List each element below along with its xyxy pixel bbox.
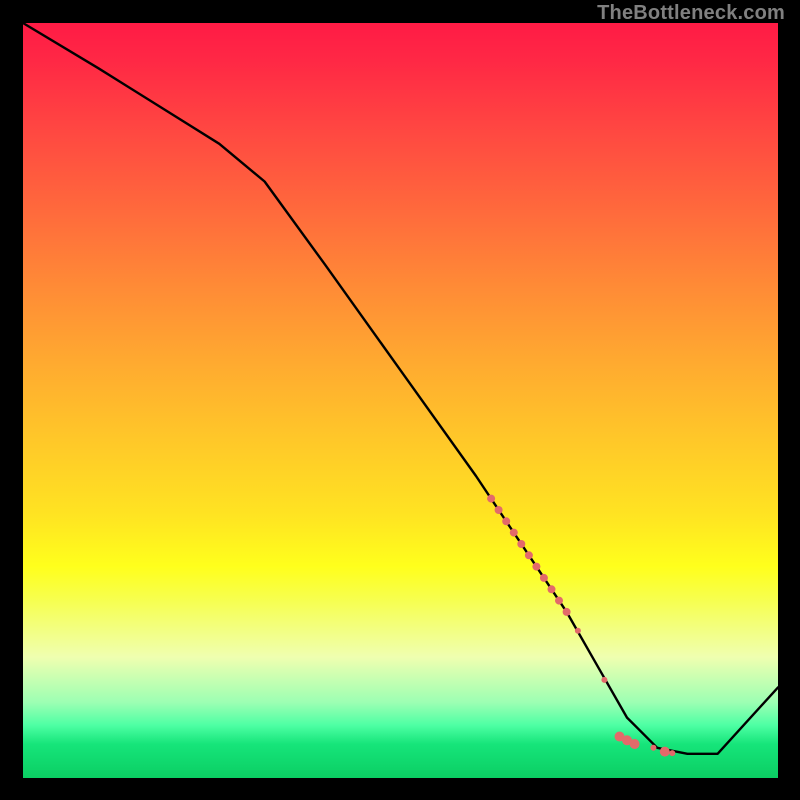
watermark-text: TheBottleneck.com (597, 2, 785, 25)
marker-dot (494, 506, 502, 514)
chart-frame: TheBottleneck.com (0, 0, 800, 800)
marker-dot (629, 739, 639, 749)
marker-dot (487, 494, 495, 502)
marker-dot (547, 585, 555, 593)
chart-svg (23, 23, 778, 778)
marker-dot (539, 573, 547, 581)
marker-dot (562, 607, 570, 615)
marker-dot (502, 517, 510, 525)
marker-dot (532, 562, 540, 570)
marker-dot (524, 551, 532, 559)
marker-dot (669, 750, 675, 756)
marker-dot (509, 528, 517, 536)
marker-dot (555, 596, 563, 604)
marker-dot (659, 746, 669, 756)
marker-dot (517, 540, 525, 548)
plot-area (23, 23, 778, 778)
marker-dot (601, 676, 607, 682)
marker-cluster (487, 494, 675, 756)
curve-line (23, 23, 778, 754)
marker-dot (650, 744, 656, 750)
marker-dot (574, 627, 580, 633)
